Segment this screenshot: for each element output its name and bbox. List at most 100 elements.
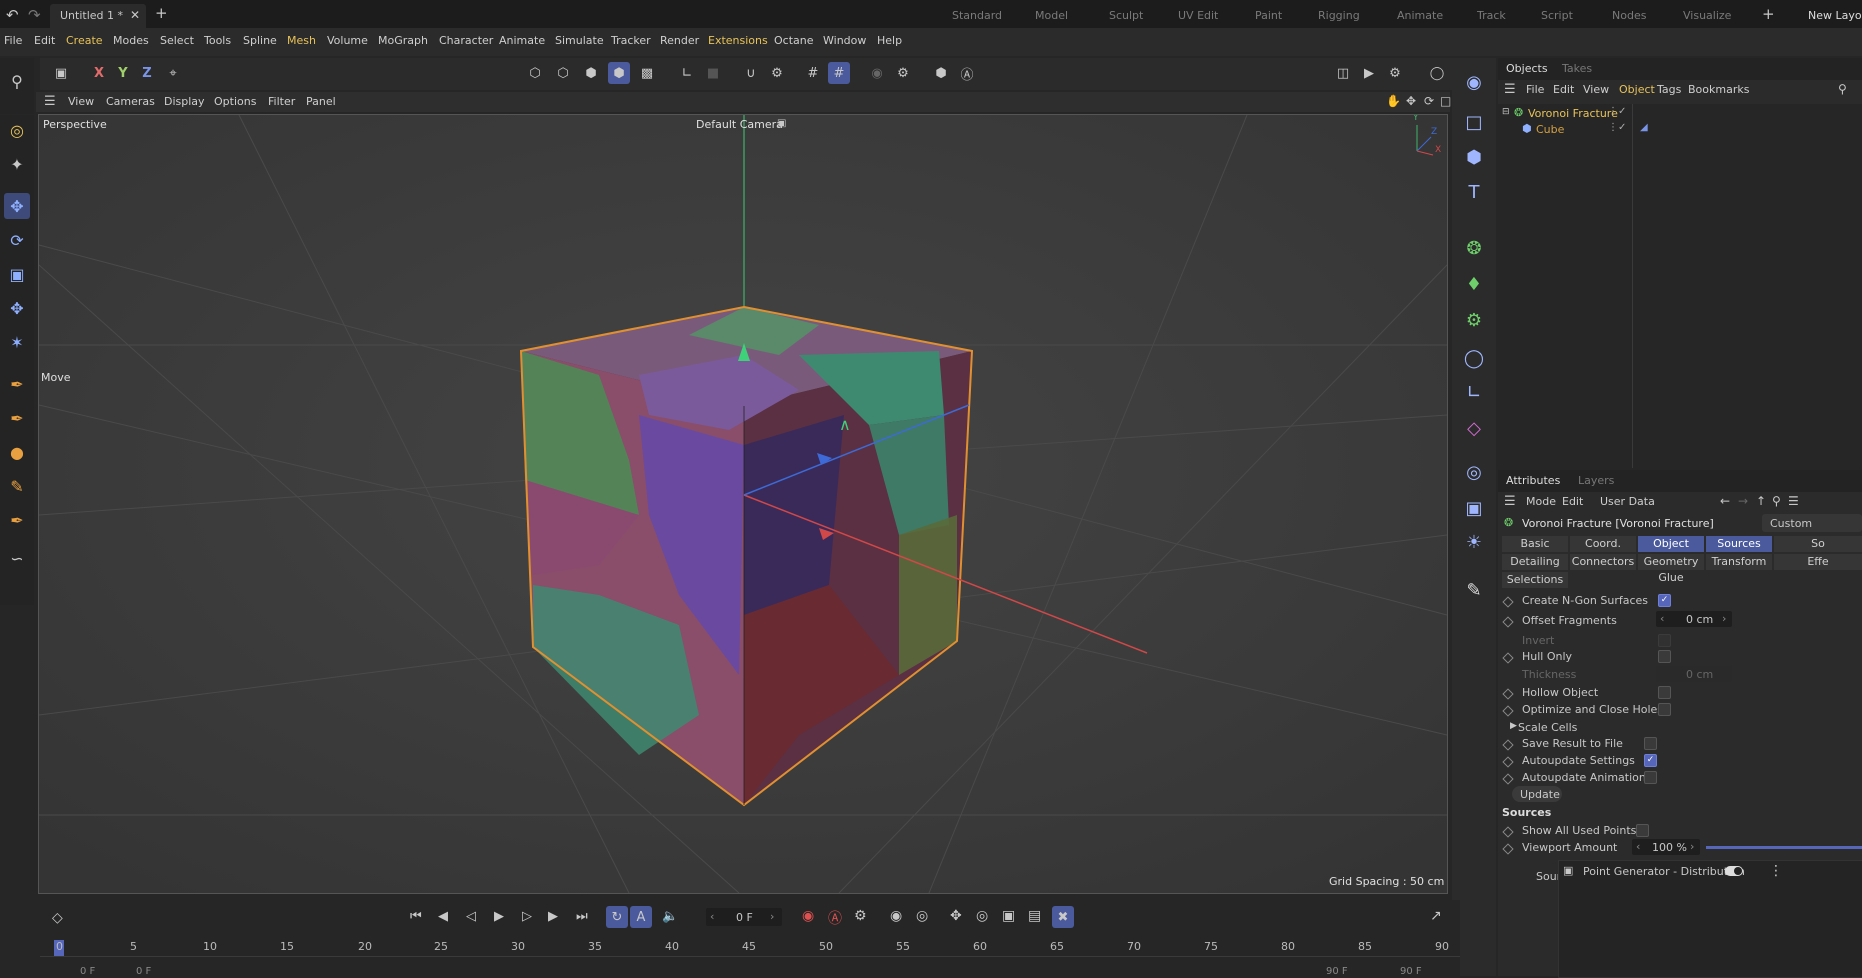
sound-icon[interactable]: 🔈: [662, 909, 678, 924]
bake-icon[interactable]: ⬢: [930, 62, 952, 84]
tweak-icon[interactable]: ✦: [4, 151, 30, 177]
workspace-uv-edit[interactable]: UV Edit: [1178, 9, 1218, 22]
knife-icon[interactable]: ✒: [4, 507, 30, 533]
snap-settings-icon[interactable]: ⚙: [766, 62, 788, 84]
orbit-icon[interactable]: ⟳: [1424, 94, 1434, 108]
tag-icon[interactable]: ◢: [1640, 122, 1648, 133]
menu-spline[interactable]: Spline: [243, 34, 277, 47]
points-mode-icon[interactable]: ⬡: [524, 62, 546, 84]
tab-transform[interactable]: Transform: [1706, 554, 1772, 570]
scale-handles-icon[interactable]: ✶: [4, 329, 30, 355]
workspace-model[interactable]: Model: [1035, 9, 1068, 22]
key-param-icon[interactable]: ◎: [976, 908, 988, 924]
document-tab[interactable]: Untitled 1 * ✕: [50, 4, 146, 28]
source-toggle[interactable]: [1725, 866, 1743, 876]
viewport-camera-label[interactable]: Default Camera: [696, 118, 783, 131]
tab-coord[interactable]: Coord.: [1570, 536, 1636, 552]
previous-key-icon[interactable]: ◀: [438, 909, 448, 924]
menu-window[interactable]: Window: [823, 34, 866, 47]
viewport-menu-panel[interactable]: Panel: [306, 95, 336, 108]
tab-detailing[interactable]: Detailing: [1502, 554, 1568, 570]
fracture-icon[interactable]: ♦: [1460, 270, 1488, 298]
axis-z-button[interactable]: Z: [136, 62, 158, 84]
tab-sorting[interactable]: So: [1774, 536, 1862, 552]
list-item[interactable]: ▣ Point Generator - Distribution ⋮: [1559, 861, 1862, 883]
tag-icon[interactable]: ✎: [1460, 576, 1488, 604]
live-selection-icon[interactable]: ◎: [4, 117, 30, 143]
sources-list[interactable]: ▣ Point Generator - Distribution ⋮: [1558, 860, 1862, 978]
object-name[interactable]: Voronoi Fracture: [1528, 107, 1618, 120]
key-toggle-icon[interactable]: ▤: [1028, 908, 1041, 924]
viewport-amount-field[interactable]: ‹ 100 % ›: [1632, 839, 1700, 855]
menu-tools[interactable]: Tools: [204, 34, 231, 47]
settings-icon[interactable]: ⚙: [892, 62, 914, 84]
effector-icon[interactable]: ⚙: [1460, 306, 1488, 334]
next-frame-icon[interactable]: ▷: [522, 909, 532, 924]
camera-object-icon[interactable]: ▣: [1460, 494, 1488, 522]
menu-create[interactable]: Create: [66, 34, 103, 47]
keyframe-icon[interactable]: ◇: [52, 910, 63, 926]
attributes-menu-mode[interactable]: Mode: [1526, 495, 1556, 508]
collapse-icon[interactable]: ⊟: [1502, 107, 1510, 117]
go-to-end-icon[interactable]: ⏭: [576, 909, 588, 924]
search-icon[interactable]: ⚲: [1772, 494, 1781, 508]
polygons-mode-icon[interactable]: ⬢: [580, 62, 602, 84]
workspace-visualize[interactable]: Visualize: [1683, 9, 1731, 22]
update-button[interactable]: Update: [1512, 786, 1562, 802]
up-arrow-icon[interactable]: ↑: [1756, 494, 1766, 508]
add-workspace-icon[interactable]: +: [1762, 5, 1775, 23]
filter-icon[interactable]: ☰: [1788, 494, 1799, 508]
close-icon[interactable]: ✕: [130, 8, 140, 22]
spline-smooth-icon[interactable]: ∽: [4, 545, 30, 571]
render-settings-icon[interactable]: ⚙: [1384, 62, 1406, 84]
menu-mograph[interactable]: MoGraph: [378, 34, 428, 47]
interpolation-icon[interactable]: ✖: [1052, 906, 1074, 928]
edges-mode-icon[interactable]: ⬡: [552, 62, 574, 84]
workspace-animate[interactable]: Animate: [1397, 9, 1443, 22]
objects-menu-icon[interactable]: ☰: [1504, 82, 1516, 97]
auto-key-icon[interactable]: Ⓐ: [956, 62, 978, 84]
key-scale-icon[interactable]: ✥: [950, 908, 962, 924]
attributes-menu-icon[interactable]: ☰: [1504, 494, 1516, 509]
optimize-checkbox[interactable]: [1658, 703, 1671, 716]
menu-select[interactable]: Select: [160, 34, 194, 47]
menu-render[interactable]: Render: [660, 34, 699, 47]
offset-fragments-field[interactable]: ‹ 0 cm ›: [1656, 611, 1732, 627]
tab-effectors[interactable]: Effe: [1774, 554, 1862, 570]
tab-sources[interactable]: Sources: [1706, 536, 1772, 552]
objects-menu-tags[interactable]: Tags: [1657, 83, 1681, 96]
viewport[interactable]: ∧ Perspective Default Camera ▣ Y Z X Mov…: [38, 114, 1448, 894]
timeline-ruler[interactable]: 0 5 10 15 20 25 30 35 40 45 50 55 60 65 …: [40, 936, 1460, 977]
list-item[interactable]: ⬢ Cube ⋮✓ ◢: [1500, 122, 1860, 138]
loop-icon[interactable]: ↻: [606, 906, 628, 928]
menu-tracker[interactable]: Tracker: [611, 34, 651, 47]
key-pla-icon[interactable]: ▣: [1002, 908, 1015, 924]
spline-generator-icon[interactable]: ◇: [1460, 414, 1488, 442]
objects-menu-object[interactable]: Object: [1619, 83, 1655, 96]
increment-icon[interactable]: ›: [1690, 840, 1694, 853]
menu-edit[interactable]: Edit: [34, 34, 55, 47]
back-arrow-icon[interactable]: ←: [1720, 494, 1730, 508]
menu-file[interactable]: File: [4, 34, 22, 47]
objects-menu-edit[interactable]: Edit: [1553, 83, 1574, 96]
viewport-menu-filter[interactable]: Filter: [268, 95, 295, 108]
objects-menu-view[interactable]: View: [1583, 83, 1609, 96]
autoupdate-settings-checkbox[interactable]: ✓: [1644, 754, 1657, 767]
increment-icon[interactable]: ›: [770, 910, 774, 923]
new-tab-icon[interactable]: +: [155, 4, 168, 22]
workspace-sculpt[interactable]: Sculpt: [1109, 9, 1143, 22]
environment-icon[interactable]: ◎: [1460, 458, 1488, 486]
range-start-field[interactable]: 0 F: [80, 966, 95, 977]
tab-attributes[interactable]: Attributes: [1506, 474, 1560, 487]
workplane-icon[interactable]: #: [802, 62, 824, 84]
deformer-icon[interactable]: ◯: [1460, 344, 1488, 372]
zoom-icon[interactable]: ✥: [1406, 94, 1416, 108]
undo-icon[interactable]: ↶: [6, 6, 19, 24]
next-key-icon[interactable]: ▶: [548, 909, 558, 924]
decrement-icon[interactable]: ‹: [1636, 840, 1640, 853]
workspace-nodes[interactable]: Nodes: [1612, 9, 1646, 22]
rotate-tool-icon[interactable]: ⟳: [4, 227, 30, 253]
thickness-field[interactable]: 0 cm: [1656, 666, 1732, 682]
search-icon[interactable]: ⚲: [1838, 82, 1847, 96]
model-mode-icon[interactable]: ⬢: [608, 62, 630, 84]
